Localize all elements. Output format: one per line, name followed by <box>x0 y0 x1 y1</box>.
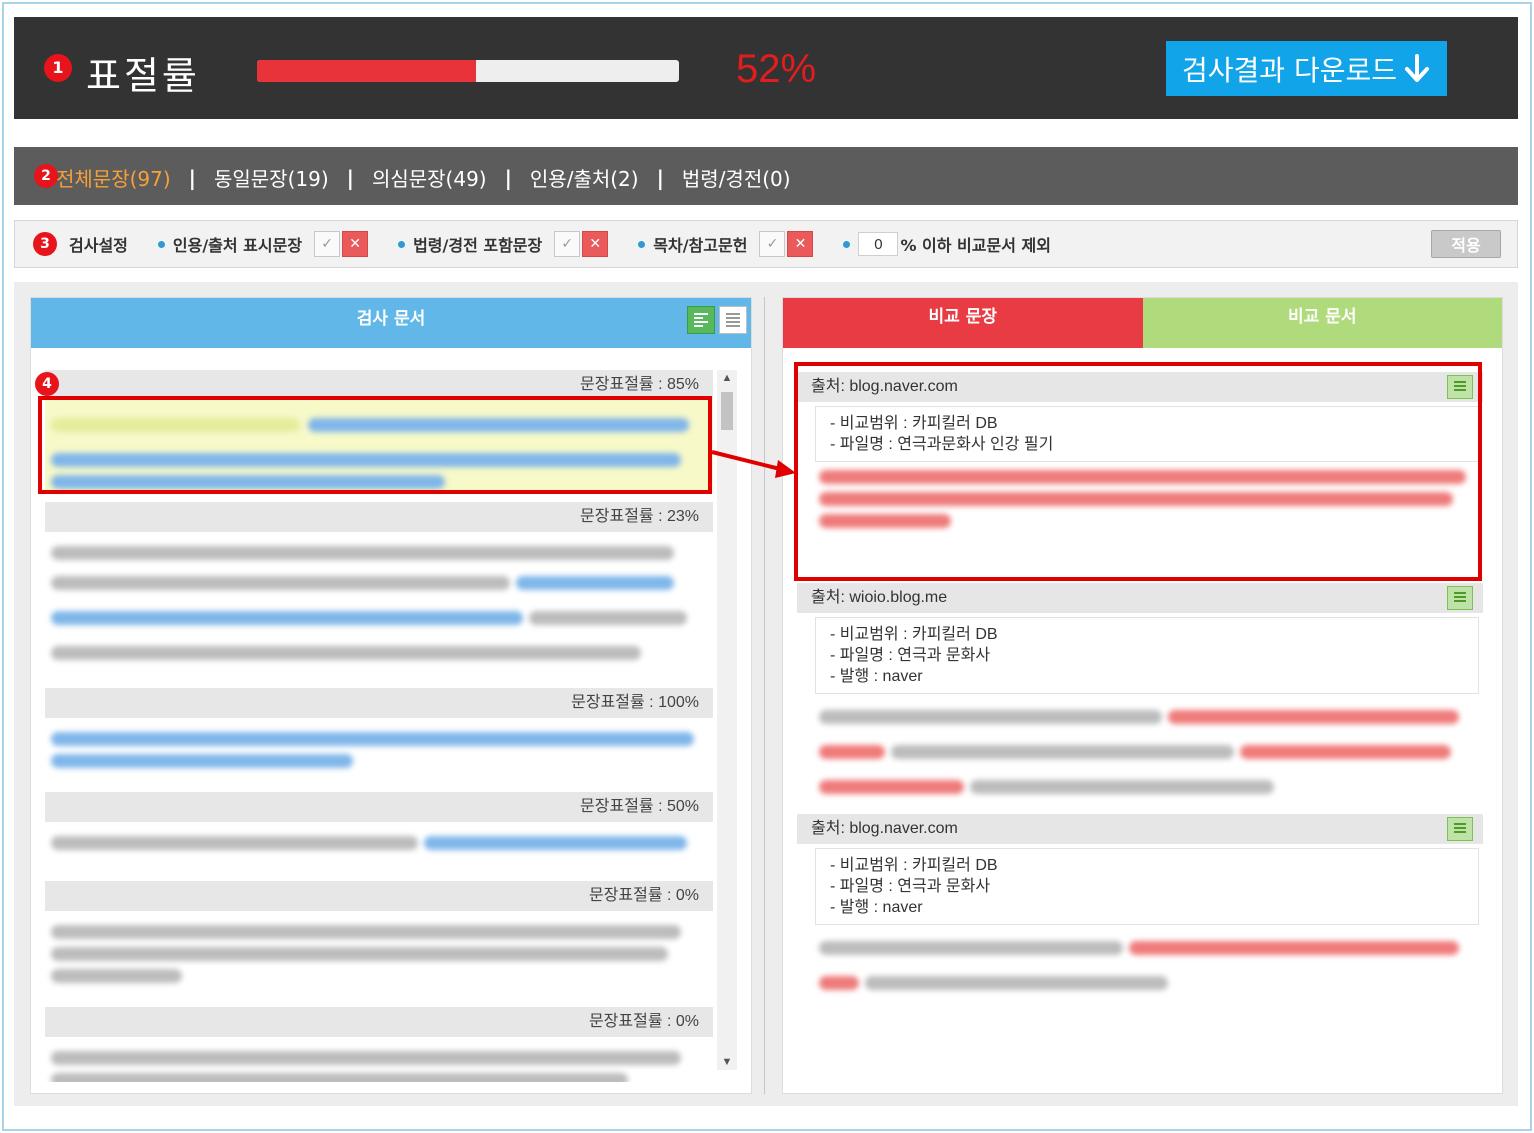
list-item[interactable]: 문장표절률 : 100% <box>45 688 713 784</box>
option-label: 법령/경전 포함문장 <box>413 236 543 255</box>
sentence-text <box>45 718 713 784</box>
download-results-button[interactable]: 검사결과 다운로드 <box>1166 41 1447 96</box>
highlight-selected-sentence <box>38 396 712 494</box>
step-marker-1: 1 <box>44 54 72 82</box>
checked-document-title: 검사 문서 <box>356 309 426 329</box>
sentence-rate: 문장표절률 : 50% <box>45 792 713 822</box>
tab-separator: | <box>656 165 664 190</box>
option-label: 목차/참고문헌 <box>653 236 748 255</box>
scroll-up-icon[interactable]: ▲ <box>717 372 737 384</box>
matched-text <box>819 933 1479 1003</box>
text-view-icon[interactable] <box>719 306 747 334</box>
option-threshold: % 이하 비교문서 제외 <box>843 232 1051 256</box>
sentence-rate: 문장표절률 : 0% <box>45 1007 713 1037</box>
sentence-text <box>45 1037 713 1082</box>
bullet-icon <box>398 240 406 248</box>
list-item[interactable]: 문장표절률 : 0% <box>45 1007 713 1082</box>
tab-compare-sentence[interactable]: 비교 문장 <box>783 298 1143 348</box>
document-icon[interactable] <box>1447 817 1473 841</box>
sentence-text <box>45 822 713 871</box>
close-icon[interactable]: ✕ <box>342 231 369 257</box>
list-item[interactable]: 문장표절률 : 0% <box>45 881 713 999</box>
plagiarism-progress-fill <box>257 60 477 82</box>
sentence-list-scrollbar[interactable]: ▲ ▼ <box>717 370 737 1070</box>
check-icon[interactable]: ✓ <box>314 231 341 257</box>
sentence-filter-tabs: 2 전체문장(97) | 동일문장(19) | 의심문장(49) | 인용/출처… <box>14 147 1518 205</box>
highlight-matched-source <box>794 362 1482 581</box>
meta-range: - 비교범위 : 카피킬러 DB <box>830 857 998 874</box>
bullet-icon <box>638 240 646 248</box>
sentence-rate: 문장표절률 : 100% <box>45 688 713 718</box>
meta-filename: - 파일명 : 연극과 문화사 <box>830 647 991 664</box>
tab-separator: | <box>188 165 196 190</box>
list-item[interactable]: 문장표절률 : 23% <box>45 502 713 676</box>
sentence-rate: 문장표절률 : 0% <box>45 881 713 911</box>
check-icon[interactable]: ✓ <box>759 231 786 257</box>
tab-suspicious-sentences[interactable]: 의심문장(49) <box>372 163 487 192</box>
checked-document-header: 검사 문서 <box>31 298 751 348</box>
settings-title: 검사설정 <box>69 236 128 255</box>
source-meta: - 비교범위 : 카피킬러 DB - 파일명 : 연극과 문화사 - 발행 : … <box>815 848 1479 925</box>
step-marker-3: 3 <box>33 232 57 256</box>
check-settings-bar: 3 검사설정 인용/출처 표시문장 ✓ ✕ 법령/경전 포함문장 ✓ ✕ 목차/… <box>14 220 1518 268</box>
list-view-icon[interactable] <box>687 306 715 334</box>
plagiarism-header: 1 표절률 52% 검사결과 다운로드 <box>14 17 1518 119</box>
step-marker-4: 4 <box>35 372 59 396</box>
close-icon[interactable]: ✕ <box>787 231 814 257</box>
meta-publisher: - 발행 : naver <box>830 668 923 685</box>
arrow-down-icon <box>1404 53 1429 82</box>
source-label: 출처: wioio.blog.me <box>811 589 948 606</box>
source-title: 출처: blog.naver.com <box>797 814 1483 844</box>
option-citation-sentences: 인용/출처 표시문장 ✓ ✕ <box>157 231 369 257</box>
source-item[interactable]: 출처: wioio.blog.me - 비교범위 : 카피킬러 DB - 파일명… <box>797 583 1483 807</box>
meta-filename: - 파일명 : 연극과 문화사 <box>830 878 991 895</box>
apply-button[interactable]: 적용 <box>1431 230 1501 258</box>
plagiarism-progress-bar <box>257 60 679 82</box>
tab-compare-document[interactable]: 비교 문서 <box>1142 298 1502 348</box>
bullet-icon <box>157 240 165 248</box>
tab-identical-sentences[interactable]: 동일문장(19) <box>214 163 329 192</box>
tab-separator: | <box>504 165 512 190</box>
option-toc-references: 목차/참고문헌 ✓ ✕ <box>638 231 814 257</box>
close-icon[interactable]: ✕ <box>582 231 609 257</box>
source-title: 출처: wioio.blog.me <box>797 583 1483 613</box>
option-label: 인용/출처 표시문장 <box>172 236 303 255</box>
tab-all-sentences[interactable]: 전체문장(97) <box>56 163 171 192</box>
meta-range: - 비교범위 : 카피킬러 DB <box>830 626 998 643</box>
list-item[interactable]: 문장표절률 : 50% <box>45 792 713 871</box>
tab-laws-scriptures[interactable]: 법령/경전(0) <box>682 163 791 192</box>
scroll-thumb[interactable] <box>721 392 733 430</box>
matched-text <box>819 702 1479 807</box>
step-marker-2: 2 <box>34 164 58 188</box>
threshold-input[interactable] <box>858 232 899 256</box>
scroll-down-icon[interactable]: ▼ <box>717 1056 737 1068</box>
sentence-text <box>45 532 713 676</box>
threshold-label: % 이하 비교문서 제외 <box>900 236 1051 255</box>
document-icon[interactable] <box>1447 586 1473 610</box>
plagiarism-rate-title: 표절률 <box>86 54 200 98</box>
plagiarism-percent: 52% <box>736 47 817 91</box>
download-label: 검사결과 다운로드 <box>1182 53 1397 87</box>
meta-publisher: - 발행 : naver <box>830 899 923 916</box>
check-icon[interactable]: ✓ <box>554 231 581 257</box>
tab-separator: | <box>346 165 354 190</box>
source-item[interactable]: 출처: blog.naver.com - 비교범위 : 카피킬러 DB - 파일… <box>797 814 1483 1003</box>
tab-citations[interactable]: 인용/출처(2) <box>530 163 639 192</box>
source-label: 출처: blog.naver.com <box>811 820 958 837</box>
panel-divider <box>764 297 765 1094</box>
bullet-icon <box>843 240 851 248</box>
option-law-sentences: 법령/경전 포함문장 ✓ ✕ <box>398 231 609 257</box>
sentence-rate: 문장표절률 : 23% <box>45 502 713 532</box>
sentence-text <box>45 911 713 999</box>
source-meta: - 비교범위 : 카피킬러 DB - 파일명 : 연극과 문화사 - 발행 : … <box>815 617 1479 694</box>
